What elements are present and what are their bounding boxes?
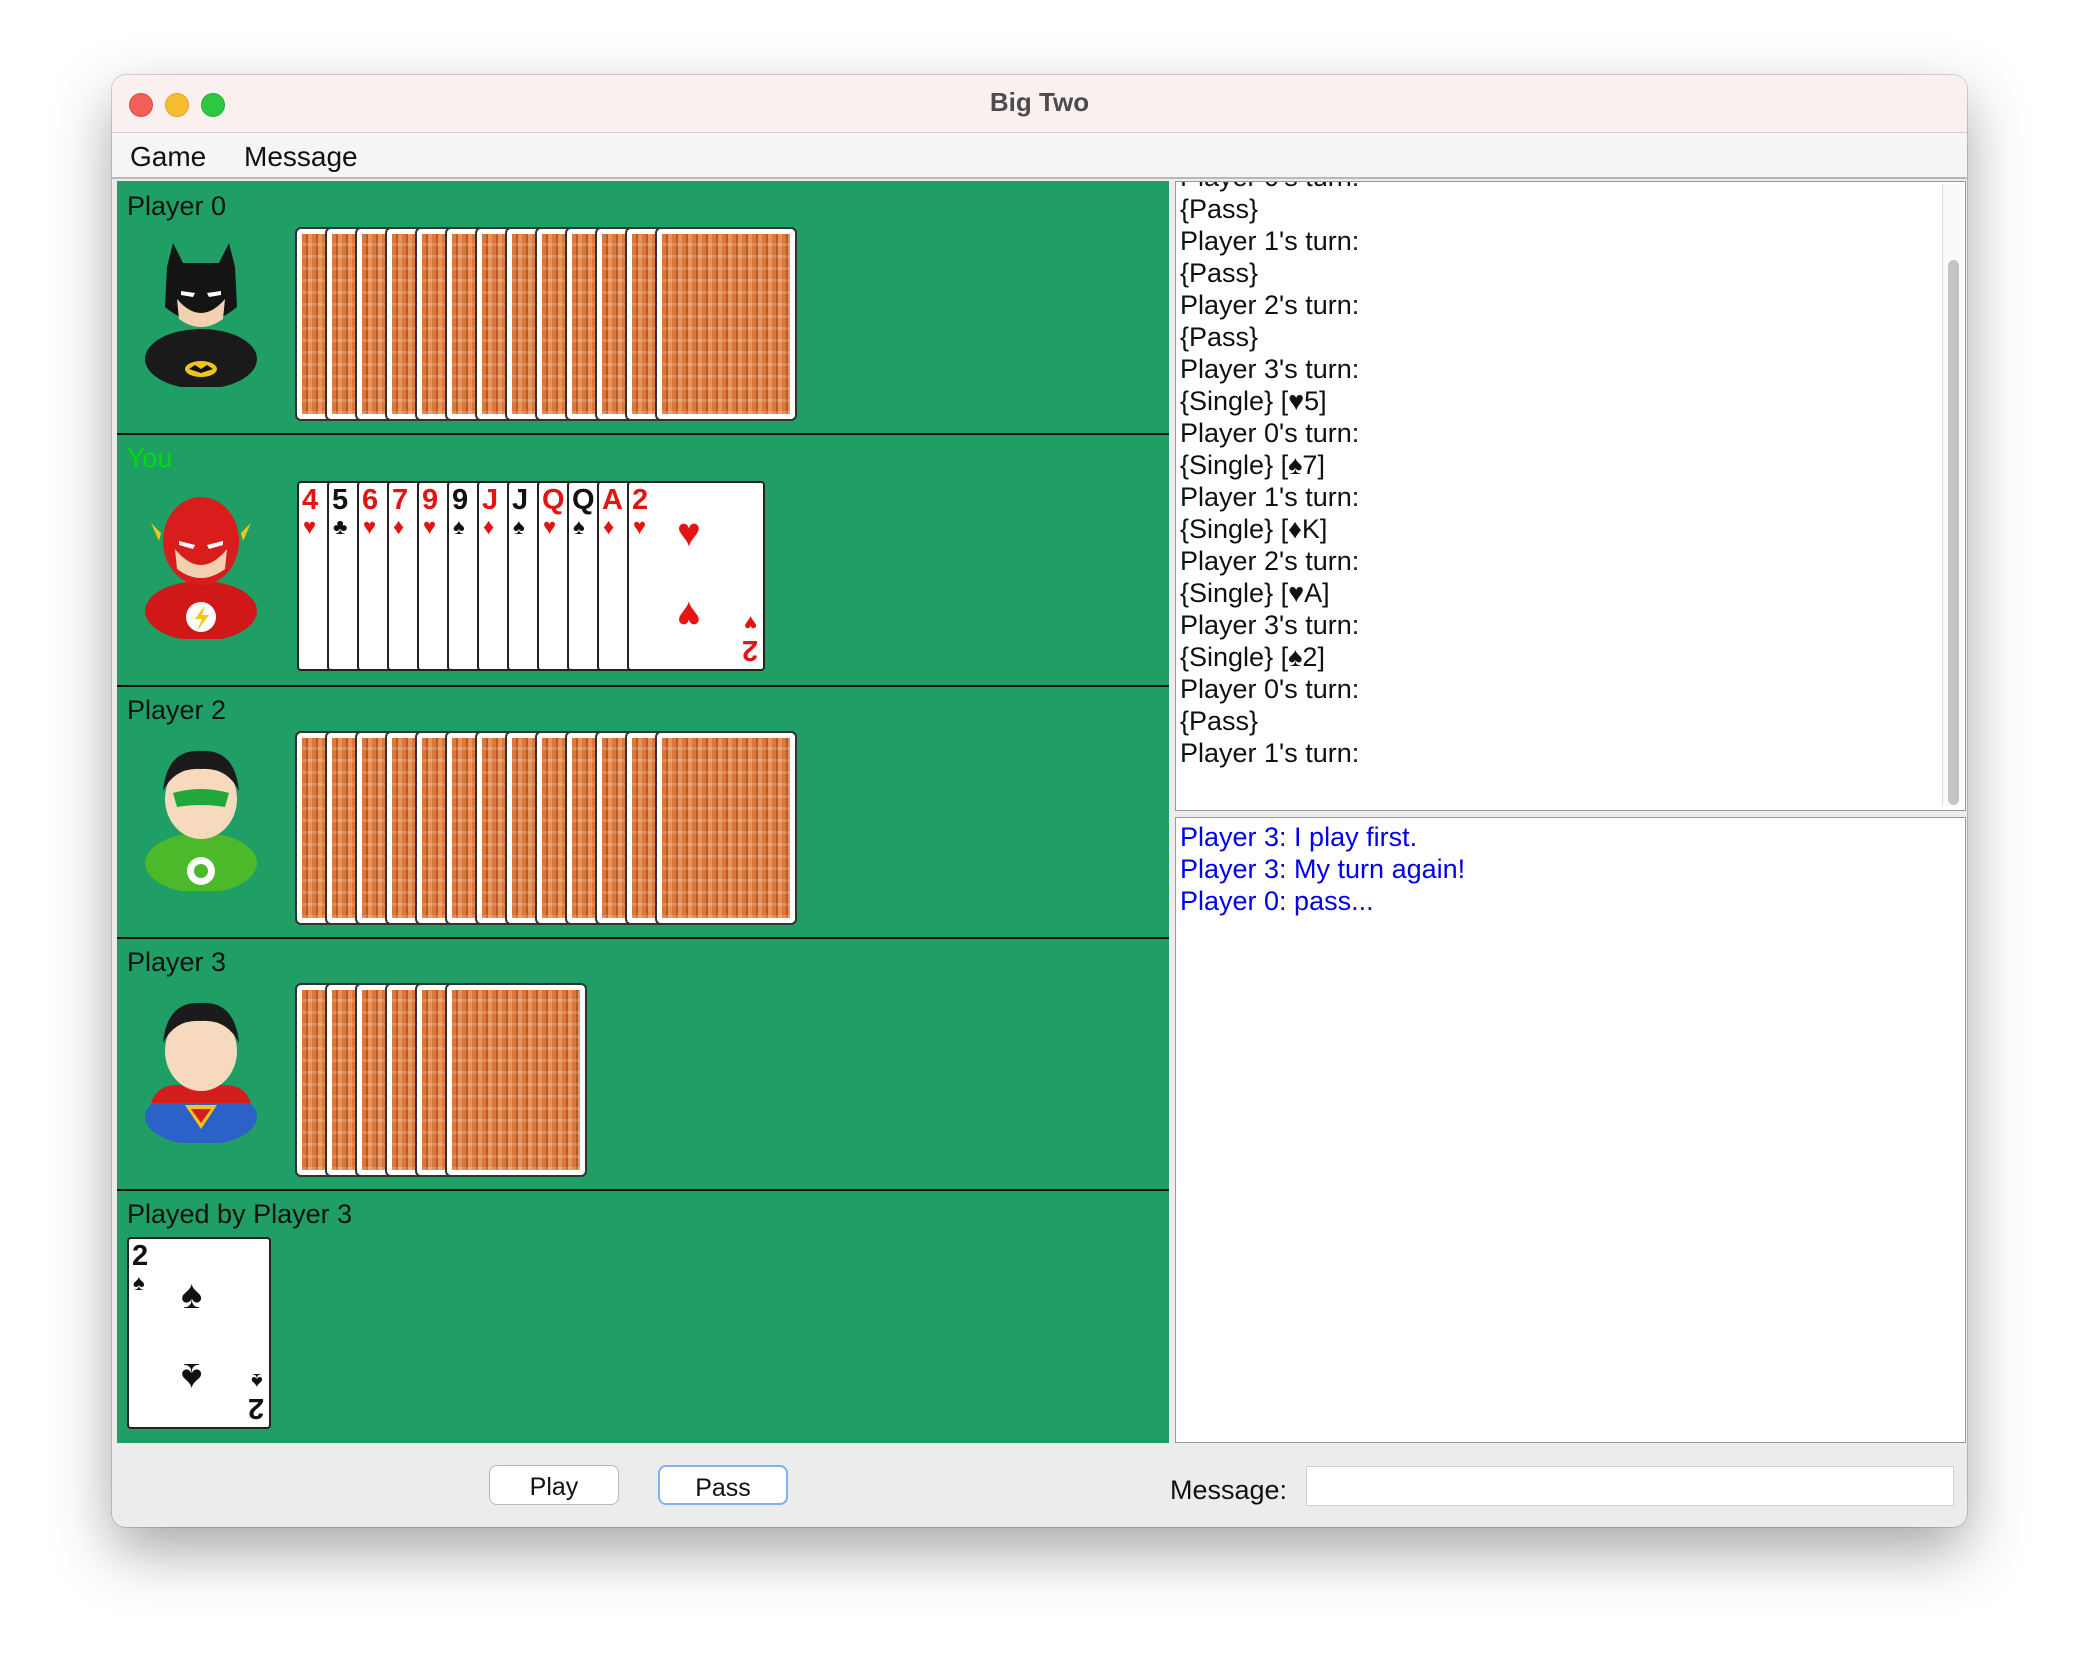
log-line: Player 3's turn: — [1180, 610, 1360, 640]
card-suit-bottom: ♥ — [743, 611, 757, 636]
player-name: Player 2 — [127, 695, 227, 725]
card-suit: ♠ — [513, 514, 525, 539]
title-bar: Big Two — [112, 75, 1967, 133]
menu-game[interactable]: Game — [130, 141, 206, 173]
pass-button[interactable]: Pass — [658, 1465, 788, 1505]
card-rank: 2 — [132, 1240, 149, 1272]
menu-message[interactable]: Message — [244, 141, 358, 173]
superman-avatar — [137, 993, 265, 1143]
log-line: Player 2's turn: — [1180, 546, 1360, 576]
card-pip: ♠ — [181, 1273, 203, 1317]
card-rank-bottom: 2 — [741, 634, 758, 666]
card-rank: Q — [542, 484, 565, 516]
card-rank-bottom: 2 — [247, 1392, 264, 1424]
chat-line: Player 3: My turn again! — [1180, 854, 1466, 884]
card-pip: ♠ — [181, 1355, 203, 1399]
log-line: {Pass} — [1180, 258, 1259, 288]
card-suit: ♠ — [573, 514, 585, 539]
log-line: Player 0's turn: — [1180, 182, 1359, 193]
log-line: Player 3's turn: — [1180, 354, 1360, 384]
log-line: {Pass} — [1180, 706, 1259, 736]
face-down-card — [445, 983, 587, 1177]
batman-avatar — [137, 237, 265, 387]
player-panel-2: Player 2 — [117, 685, 1169, 939]
card-pip: ♥ — [677, 593, 701, 637]
card-rank: 5 — [332, 484, 349, 516]
message-label: Message: — [1170, 1475, 1288, 1505]
player-name-you: You — [127, 443, 173, 473]
log-line: Player 0's turn: — [1180, 674, 1360, 704]
card-suit: ♥ — [543, 514, 557, 539]
card-rank: A — [602, 484, 623, 516]
card-suit: ♦ — [393, 514, 405, 539]
card-rank: 7 — [392, 484, 409, 516]
face-down-card — [655, 227, 797, 421]
chat-line: Player 3: I play first. — [1180, 822, 1418, 852]
log-line: {Single} [♦K] — [1180, 514, 1328, 544]
log-line: {Single} [♥A] — [1180, 578, 1330, 608]
player-panel-3: Player 3 — [117, 937, 1169, 1191]
log-scrollbar-thumb[interactable] — [1948, 260, 1959, 805]
player-panel-0: Player 0 — [117, 181, 1169, 435]
message-input[interactable] — [1306, 1466, 1954, 1506]
log-line: {Pass} — [1180, 194, 1259, 224]
log-scrollbar[interactable] — [1942, 184, 1963, 806]
log-line: Player 1's turn: — [1180, 482, 1360, 512]
face-down-card — [655, 731, 797, 925]
card-suit: ♥ — [303, 514, 317, 539]
player-name: Player 3 — [127, 947, 227, 977]
bottom-bar: Play Pass Message: — [112, 1443, 1967, 1527]
card-suit: ♦ — [483, 514, 495, 539]
chat-area[interactable]: Player 3: I play first. Player 3: My turn… — [1175, 817, 1966, 1443]
card-suit: ♥ — [363, 514, 377, 539]
card-rank: 6 — [362, 484, 379, 516]
log-line: {Pass} — [1180, 322, 1259, 352]
window-title: Big Two — [989, 87, 1090, 117]
hand-card[interactable]: 2 ♥ ♥ ♥ 2 ♥ — [627, 481, 765, 671]
game-table: Player 0 You 4 ♥ 5 ♣ 6 ♥ 7 ♦ 9 ♥ 9 ♠ J ♦… — [117, 181, 1169, 1443]
green-lantern-avatar — [137, 741, 265, 891]
menu-bar: Game Message — [112, 133, 1967, 179]
play-button[interactable]: Play — [489, 1465, 619, 1505]
flash-avatar — [137, 489, 265, 639]
card-rank: J — [512, 484, 529, 516]
log-line: Player 2's turn: — [1180, 290, 1360, 320]
card-rank: Q — [572, 484, 595, 516]
played-card: 2 ♠ ♠ ♠ 2 ♠ — [127, 1237, 271, 1429]
card-rank: J — [482, 484, 499, 516]
card-suit: ♥ — [633, 514, 647, 539]
log-line: {Single} [♠7] — [1180, 450, 1325, 480]
played-label: Played by Player 3 — [127, 1199, 353, 1229]
card-rank: 2 — [632, 484, 649, 516]
card-suit: ♠ — [453, 514, 465, 539]
card-pip: ♥ — [677, 511, 701, 555]
game-log[interactable]: Player 0's turn:{Pass}Player 1's turn:{P… — [1175, 181, 1966, 811]
card-rank: 4 — [302, 484, 319, 516]
card-suit: ♣ — [333, 514, 348, 539]
log-line: Player 1's turn: — [1180, 226, 1360, 256]
card-suit: ♠ — [133, 1270, 145, 1295]
card-suit: ♦ — [603, 514, 615, 539]
card-rank: 9 — [452, 484, 469, 516]
player-name: Player 0 — [127, 191, 227, 221]
log-line: Player 1's turn: — [1180, 738, 1360, 768]
app-window: Big Two Game Message Player 0 You 4 ♥ 5 … — [112, 75, 1967, 1527]
chat-line: Player 0: pass... — [1180, 886, 1374, 916]
player-panel-1: You 4 ♥ 5 ♣ 6 ♥ 7 ♦ 9 ♥ 9 ♠ J ♦ J ♠ Q ♥ Q ♠ A ♦ 2 ♥ ♥ ♥ 2 ♥ — [117, 433, 1169, 687]
log-line: {Single} [♠2] — [1180, 642, 1325, 672]
card-rank: 9 — [422, 484, 439, 516]
played-panel: Played by Player 3 2 ♠ ♠ ♠ 2 ♠ — [117, 1189, 1169, 1443]
card-suit: ♥ — [423, 514, 437, 539]
log-line: Player 0's turn: — [1180, 418, 1360, 448]
log-line: {Single} [♥5] — [1180, 386, 1327, 416]
card-suit-bottom: ♠ — [251, 1369, 263, 1394]
